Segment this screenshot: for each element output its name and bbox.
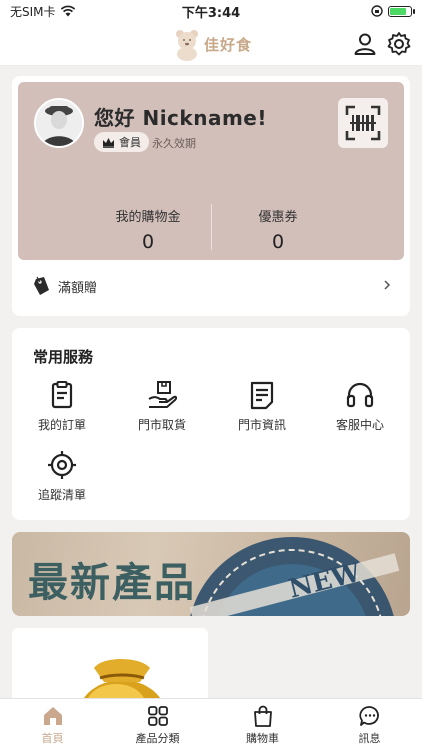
document-icon [250, 381, 274, 410]
orientation-lock-icon [371, 5, 383, 17]
service-label: 客服中心 [335, 418, 384, 432]
default-avatar-icon [36, 100, 82, 146]
battery-icon [388, 5, 415, 17]
carrier-label: 无SIM卡 [10, 4, 56, 19]
tab-label: 產品分類 [135, 732, 180, 745]
avatar[interactable] [34, 98, 84, 148]
services-title: 常用服務 [33, 348, 94, 366]
service-label: 門市資訊 [237, 418, 286, 432]
grid-icon [147, 706, 168, 726]
tab-label: 購物車 [246, 732, 279, 745]
brand-logo: 佳好食 [172, 24, 254, 64]
wifi-icon [60, 5, 75, 17]
battery-fill [390, 7, 406, 15]
coupon-stat[interactable]: 優惠券 0 [188, 206, 368, 253]
home-icon [43, 707, 62, 725]
clipboard-icon [51, 381, 73, 409]
member-level-label: 會員 [119, 136, 141, 149]
new-arrival-stamp-icon: NEW [189, 537, 400, 616]
tab-messages[interactable]: 訊息 [317, 705, 422, 746]
tab-home[interactable]: 首頁 [0, 705, 105, 746]
headset-icon [346, 382, 374, 408]
tab-label: 訊息 [358, 732, 381, 745]
coupon-value: 0 [271, 231, 285, 253]
service-label: 追蹤清單 [37, 488, 86, 502]
banner-title: 最新產品 [28, 559, 196, 606]
chat-icon [358, 706, 379, 726]
shopping-bag-icon [253, 705, 272, 727]
reward-row[interactable]: 滿額贈 [18, 268, 404, 304]
services-panel: 常用服務 我的訂單 門市取貨 門市資訊 客服中心 追蹤清單 [12, 328, 410, 520]
settings-gear-icon[interactable] [386, 31, 412, 57]
service-customer-center[interactable]: 客服中心 [315, 380, 405, 433]
service-store-info[interactable]: 門市資訊 [217, 380, 307, 433]
user-icon[interactable] [352, 31, 378, 57]
member-card: 您好 Nickname! 會員 永久效期 我的購物金 0 優惠券 0 [18, 82, 404, 260]
service-label: 門市取貨 [137, 418, 186, 432]
service-store-pickup[interactable]: 門市取貨 [117, 380, 207, 433]
target-icon [48, 451, 76, 479]
chevron-right-icon [384, 280, 391, 290]
status-bar: 无SIM卡 下午3:44 [0, 0, 422, 22]
member-level-badge: 會員 [94, 132, 149, 152]
gift-tag-icon [34, 276, 49, 295]
bottom-tab-bar: 首頁 產品分類 購物車 訊息 [0, 698, 422, 750]
status-right [370, 4, 415, 18]
coupon-label: 優惠券 [258, 210, 298, 225]
barcode-scan-icon [345, 105, 381, 141]
tab-label: 首頁 [41, 732, 64, 745]
app-header: 佳好食 [0, 22, 422, 66]
new-products-banner[interactable]: NEW 最新產品 [12, 532, 410, 616]
member-section: 您好 Nickname! 會員 永久效期 我的購物金 0 優惠券 0 滿額贈 [12, 76, 410, 316]
service-my-orders[interactable]: 我的訂單 [17, 380, 107, 433]
crown-icon [103, 137, 114, 148]
logo-text: 佳好食 [204, 35, 253, 54]
greeting-text: 您好 Nickname! [94, 106, 267, 130]
barcode-button[interactable] [338, 98, 388, 148]
service-tracking-list[interactable]: 追蹤清單 [17, 450, 107, 503]
reward-label: 滿額贈 [58, 280, 98, 296]
bear-logo-icon [176, 30, 198, 61]
tab-cart[interactable]: 購物車 [210, 705, 315, 746]
carrier-group: 无SIM卡 [10, 3, 76, 20]
validity-text: 永久效期 [152, 137, 196, 150]
tab-categories[interactable]: 產品分類 [105, 705, 210, 746]
service-label: 我的訂單 [37, 418, 86, 432]
pickup-icon [148, 381, 177, 408]
